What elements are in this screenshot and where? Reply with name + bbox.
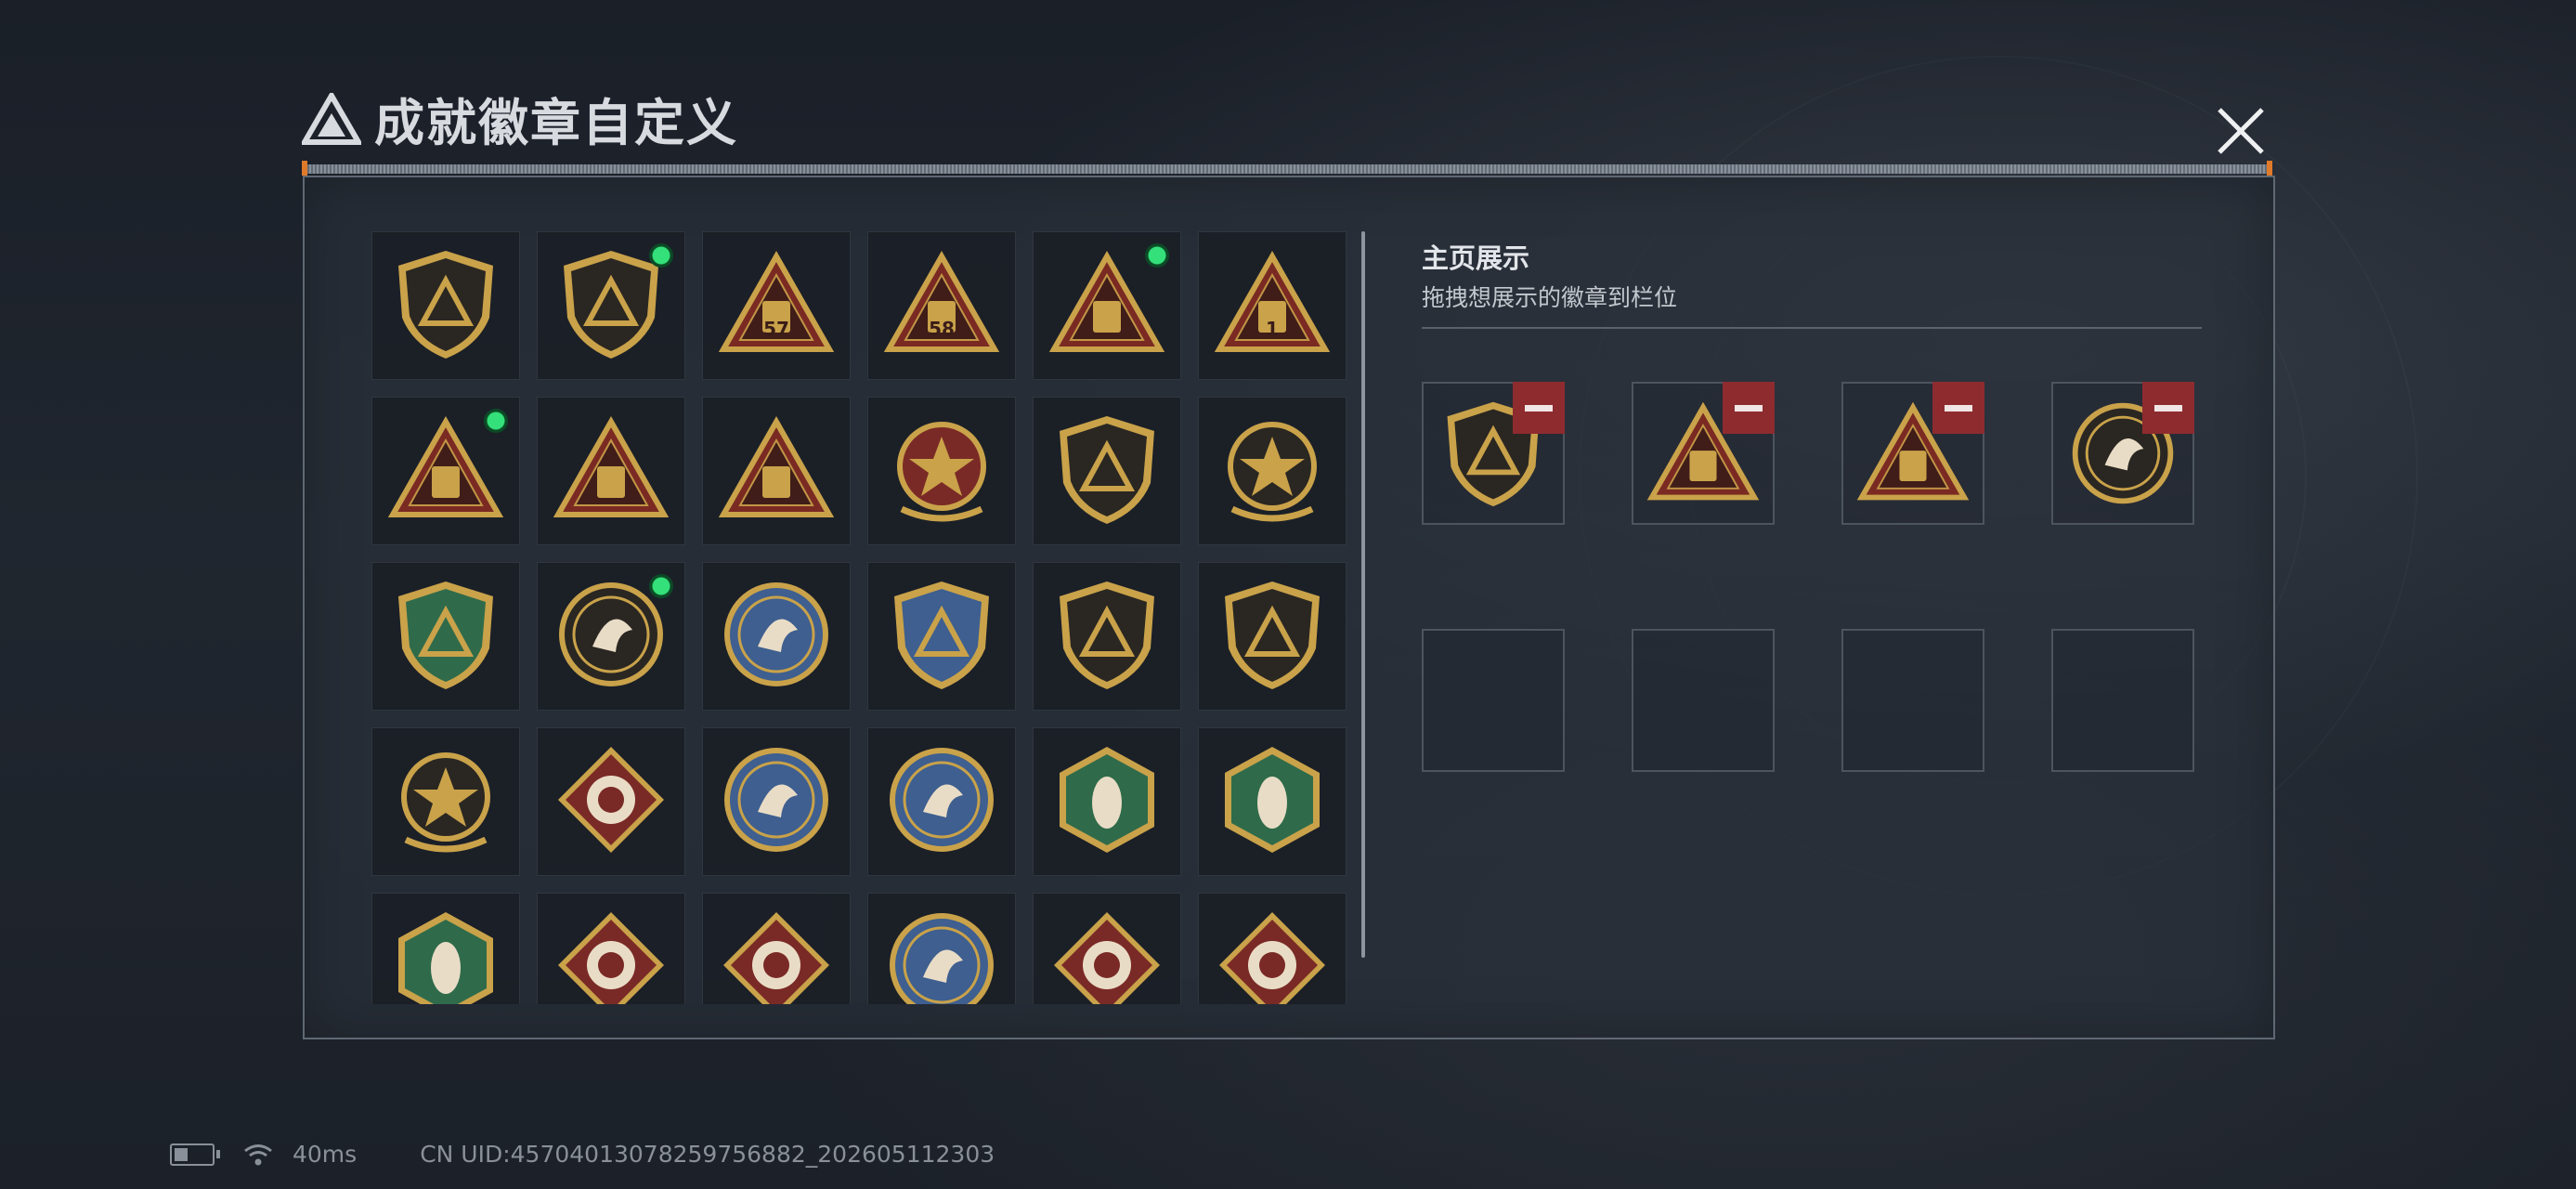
rifle-shield-gold-badge-icon [1047, 574, 1167, 699]
minus-icon [1945, 404, 1972, 412]
badge-cell[interactable] [1198, 727, 1347, 876]
remove-badge-button[interactable] [2142, 382, 2194, 434]
badge-cell[interactable] [867, 562, 1016, 711]
badge-grid: 57 58 1 [371, 231, 1350, 1004]
minus-icon [2154, 404, 2182, 412]
badge-grid-scrollbar[interactable] [1361, 231, 1365, 958]
badge-cell[interactable] [371, 893, 520, 1004]
showcase-slot-empty[interactable] [1841, 629, 1984, 772]
runner-diamond-badge-icon [716, 905, 837, 1004]
badge-cell[interactable]: 57 [702, 231, 851, 380]
eagle-round-blue-2-badge-icon [881, 739, 1002, 864]
showcase-slot-empty[interactable] [1422, 629, 1565, 772]
remove-badge-button[interactable] [1513, 382, 1565, 434]
crosshair-rifle-shield-badge-icon [881, 574, 1002, 699]
battery-tip [216, 1150, 220, 1158]
new-badge-indicator [649, 574, 673, 598]
green-gem-shield-badge-icon [385, 574, 506, 699]
badge-cell[interactable] [1033, 727, 1181, 876]
eagle-round-blue-badge-icon [716, 739, 837, 864]
badge-number-label: 1 [1266, 318, 1279, 340]
badge-cell[interactable] [537, 397, 685, 545]
delta-logo-icon [302, 92, 361, 145]
badge-cell[interactable]: 1 [1198, 231, 1347, 380]
remove-badge-button[interactable] [1723, 382, 1775, 434]
battery-icon [170, 1143, 215, 1166]
title-divider-end-right [2267, 161, 2272, 176]
badge-cell[interactable] [371, 397, 520, 545]
badge-cell[interactable] [537, 727, 685, 876]
dragon-diamond-badge-icon [551, 905, 671, 1004]
badge-cell[interactable] [702, 727, 851, 876]
showcase-slot-empty[interactable] [2051, 629, 2194, 772]
number-58-triangle-badge-icon [881, 243, 1002, 368]
showcase-subtitle: 拖拽想展示的徽章到栏位 [1422, 284, 1678, 311]
delta-shield-badge-icon [385, 243, 506, 368]
showcase-slot-filled[interactable] [2051, 382, 2194, 525]
title-bar: 成就徽章自定义 [302, 82, 738, 155]
remove-badge-button[interactable] [1932, 382, 1984, 434]
badge-cell[interactable] [1198, 562, 1347, 711]
badge-cell[interactable] [371, 231, 520, 380]
badge-cell[interactable] [702, 562, 851, 711]
badge-cell[interactable] [1198, 893, 1347, 1004]
badge-cell[interactable] [702, 397, 851, 545]
badge-number-label: 57 [763, 318, 789, 340]
badge-panel: 57 58 1 主页展示 拖拽想展示的徽章到栏位 [303, 176, 2275, 1039]
badge-cell[interactable] [537, 562, 685, 711]
badge-cell[interactable] [371, 727, 520, 876]
lotus-triangle-badge-icon [551, 409, 671, 533]
lynx-round-blue-badge-icon [881, 905, 1002, 1004]
tools-hexagon-badge-icon [385, 905, 506, 1004]
title-divider [302, 164, 2272, 174]
wheel-diamond-badge-icon [1212, 905, 1333, 1004]
page-title: 成就徽章自定义 [374, 94, 738, 152]
badge-cell[interactable] [371, 562, 520, 711]
badge-cell[interactable] [1033, 231, 1181, 380]
close-icon [2218, 108, 2264, 154]
chevron-shield-badge-icon [1047, 409, 1167, 533]
showcase-title: 主页展示 [1422, 242, 1530, 274]
badge-cell[interactable] [1033, 893, 1181, 1004]
showcase-slot-filled[interactable] [1632, 382, 1775, 525]
skull-sniper-round-badge-icon [716, 574, 837, 699]
status-bar: 40ms CN UID:4570401307825975688​2_202605… [170, 1141, 995, 1168]
badge-cell[interactable]: 58 [867, 231, 1016, 380]
wasp-hexagon-badge-icon [1047, 739, 1167, 864]
badge-number-label: 58 [929, 318, 955, 340]
target-crest-gold-badge-icon [385, 739, 506, 864]
badge-cell[interactable] [867, 727, 1016, 876]
badge-cell[interactable] [1198, 397, 1347, 545]
minus-icon [1735, 404, 1763, 412]
new-badge-indicator [649, 243, 673, 268]
wolf-diamond-badge-icon [551, 739, 671, 864]
wifi-icon [244, 1143, 272, 1165]
badge-cell[interactable] [1033, 397, 1181, 545]
badge-cell[interactable] [867, 893, 1016, 1004]
showcase-slot-filled[interactable] [1841, 382, 1984, 525]
serpent-diamond-badge-icon [1047, 905, 1167, 1004]
uid-text: CN UID:4570401307825975688​2_20260511230… [420, 1141, 995, 1168]
squad-triangle-badge-icon [716, 409, 837, 533]
showcase-divider [1422, 327, 2202, 329]
new-badge-indicator [484, 409, 508, 433]
close-button[interactable] [2210, 100, 2271, 162]
badge-cell[interactable] [867, 397, 1016, 545]
number-1-triangle-badge-icon [1212, 243, 1333, 368]
badge-cell[interactable] [537, 231, 685, 380]
badge-cell[interactable] [537, 893, 685, 1004]
new-badge-indicator [1145, 243, 1169, 268]
badge-cell[interactable] [1033, 562, 1181, 711]
latency-text: 40ms [293, 1141, 358, 1168]
red-star-emblem-badge-icon [881, 409, 1002, 533]
rifle-shield-bronze-badge-icon [1212, 574, 1333, 699]
laurel-crest-badge-icon [1212, 409, 1333, 533]
minus-icon [1525, 404, 1553, 412]
number-57-triangle-badge-icon [716, 243, 837, 368]
showcase-slot-empty[interactable] [1632, 629, 1775, 772]
title-divider-end-left [302, 161, 307, 176]
wasp-hexagon-2-badge-icon [1212, 739, 1333, 864]
badge-cell[interactable] [702, 893, 851, 1004]
showcase-slot-filled[interactable] [1422, 382, 1565, 525]
